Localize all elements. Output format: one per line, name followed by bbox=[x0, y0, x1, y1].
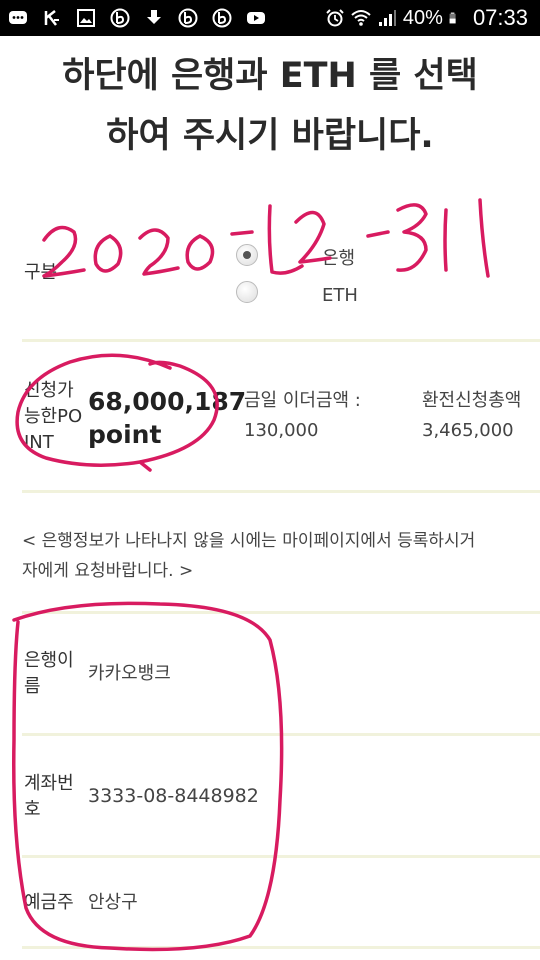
youtube-icon bbox=[247, 12, 265, 24]
divider bbox=[22, 490, 540, 493]
account-holder-label: 예금주 bbox=[24, 892, 74, 913]
category-label: 구분 bbox=[24, 262, 58, 283]
divider bbox=[22, 946, 540, 949]
available-point-label: 신청가능한POINT bbox=[24, 380, 83, 453]
radio-selected-dot bbox=[243, 251, 251, 259]
battery-icon bbox=[449, 12, 456, 24]
divider bbox=[22, 611, 540, 614]
page-title-line1: 하단에 은행과 ETH 를 선택 bbox=[62, 56, 478, 96]
status-time: 07:33 bbox=[472, 5, 528, 30]
exchange-total-label: 환전신청총액 bbox=[422, 390, 522, 411]
signal-icon bbox=[378, 10, 396, 26]
account-number-label: 계좌번호 bbox=[24, 773, 74, 820]
exchange-total-value: 3,465,000 bbox=[422, 420, 514, 441]
wifi-icon bbox=[351, 10, 371, 26]
radio-bank[interactable] bbox=[236, 244, 258, 266]
radio-eth-label[interactable]: ETH bbox=[322, 283, 358, 309]
available-point-amount: 68,000,187 bbox=[88, 387, 247, 416]
eth-today-value: 130,000 bbox=[244, 420, 319, 441]
battery-percent: 40% bbox=[402, 6, 443, 29]
account-number-value: 3333-08-8448982 bbox=[88, 785, 259, 807]
image-icon bbox=[77, 9, 95, 27]
bank-info-notice: < 은행정보가 나타나지 않을 시에는 마이페이지에서 등록하시거 자에게 요청… bbox=[22, 526, 540, 586]
b-app-icon bbox=[178, 8, 198, 28]
alarm-icon bbox=[326, 9, 344, 27]
bank-name-label: 은행이름 bbox=[24, 650, 74, 697]
page-title-line2: 하여 주시기 바랍니다. bbox=[106, 116, 434, 156]
b-app-icon bbox=[110, 8, 130, 28]
radio-bank-label[interactable]: 은행 bbox=[322, 246, 355, 272]
radio-eth[interactable] bbox=[236, 281, 258, 303]
eth-today-label: 금일 이더금액 : bbox=[244, 390, 361, 411]
k-icon bbox=[44, 10, 59, 26]
divider bbox=[22, 855, 540, 858]
download-icon bbox=[147, 10, 161, 24]
bank-name-value: 카카오뱅크 bbox=[88, 663, 171, 684]
divider bbox=[22, 733, 540, 736]
status-bar: 40% 07:33 bbox=[0, 0, 540, 36]
handwritten-date-2020-12-31 bbox=[42, 198, 490, 278]
notice-line2: 자에게 요청바랍니다. > bbox=[22, 561, 194, 581]
message-icon bbox=[9, 11, 27, 24]
available-point-unit: point bbox=[88, 420, 162, 449]
page-title: 하단에 은행과 ETH 를 선택 하여 주시기 바랍니다. bbox=[0, 46, 540, 166]
divider bbox=[22, 339, 540, 342]
notice-line1: < 은행정보가 나타나지 않을 시에는 마이페이지에서 등록하시거 bbox=[22, 531, 476, 551]
b-app-icon bbox=[212, 8, 232, 28]
account-holder-value: 안상구 bbox=[88, 892, 138, 913]
